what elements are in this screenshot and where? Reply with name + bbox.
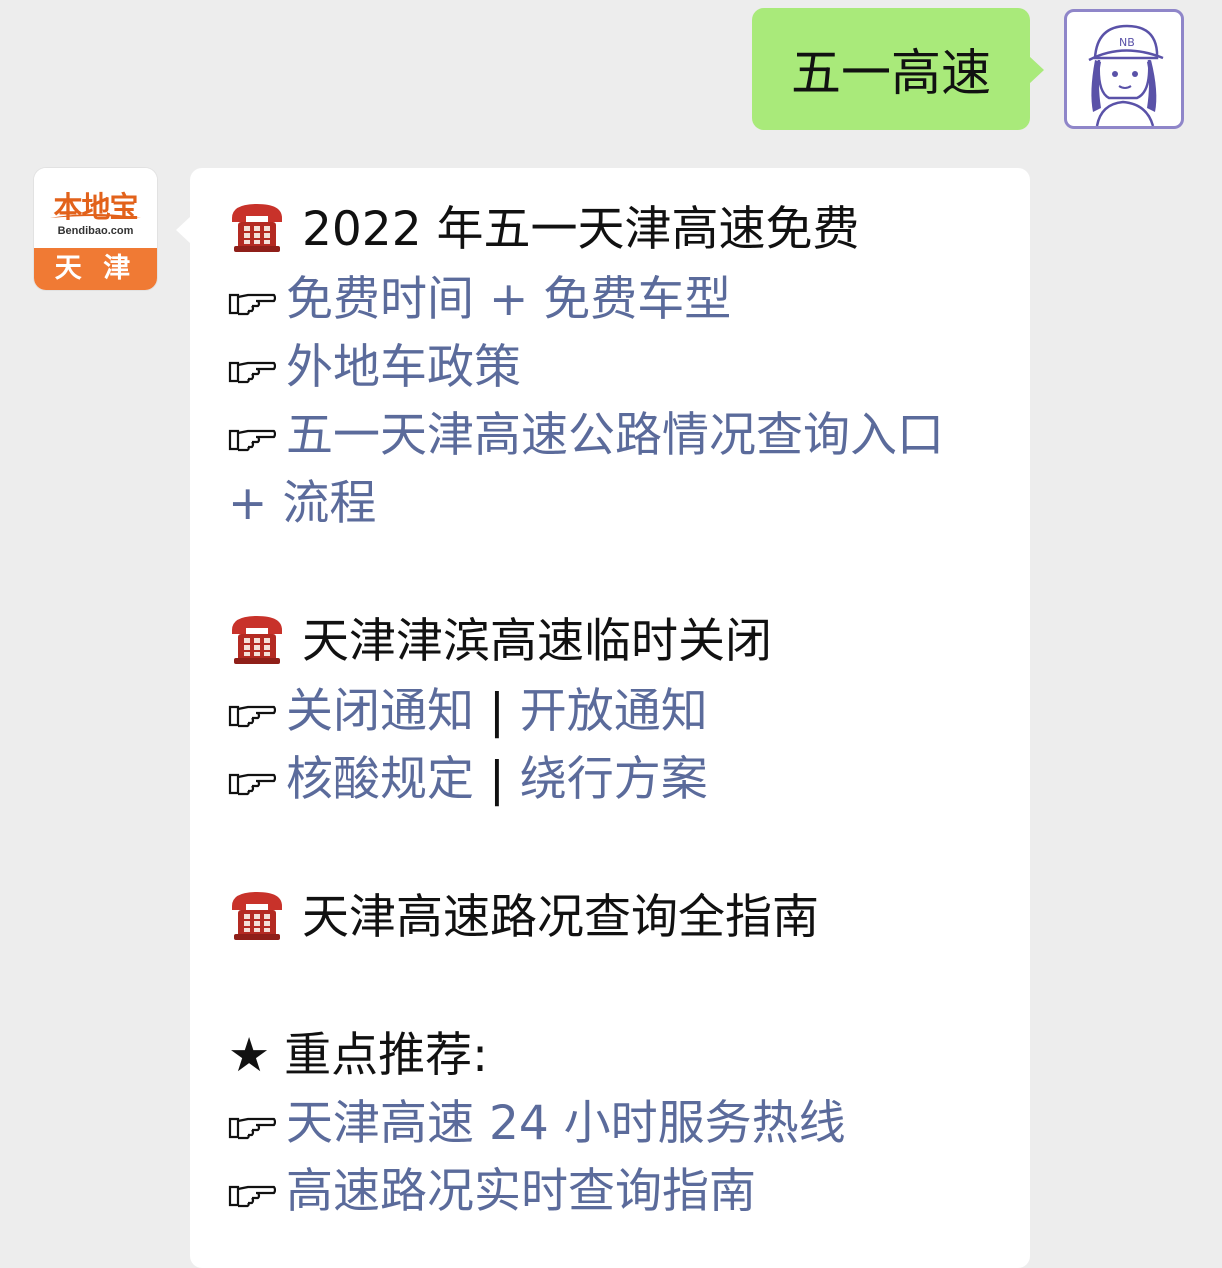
link-row[interactable]: 高速路况实时查询指南	[228, 1160, 756, 1224]
pointing-hand-icon	[228, 423, 276, 453]
link-row[interactable]: 外地车政策	[228, 336, 521, 400]
pointing-hand-icon	[228, 699, 276, 729]
link-row[interactable]: 免费时间 + 免费车型	[228, 268, 731, 332]
section-title: 天津高速路况查询全指南	[302, 890, 819, 945]
link-row[interactable]: 五一天津高速公路情况查询入口	[228, 404, 944, 468]
pointing-hand-icon	[228, 767, 276, 797]
brand-city-label: 天 津	[34, 248, 157, 290]
separator: |	[474, 684, 520, 739]
logo-swoosh-icon	[50, 214, 141, 218]
link-nucleic-acid-rules[interactable]: 核酸规定	[286, 752, 474, 807]
featured-heading: ★ 重点推荐:	[228, 1024, 488, 1088]
section-heading-1: 2022 年五一天津高速免费	[228, 198, 860, 262]
user-avatar[interactable]: NB	[1064, 9, 1184, 129]
telephone-icon	[228, 198, 286, 254]
link-free-time-vehicle[interactable]: 免费时间 + 免费车型	[286, 272, 731, 327]
section-heading-3[interactable]: 天津高速路况查询全指南	[228, 886, 819, 950]
outgoing-message-bubble[interactable]: 五一高速	[752, 8, 1044, 130]
link-process[interactable]: + 流程	[228, 476, 376, 531]
bendibao-tianjin-avatar[interactable]: 本地宝 Bendibao.com 天 津	[34, 168, 157, 290]
pointing-hand-icon	[228, 287, 276, 317]
star-icon: ★	[228, 1028, 271, 1083]
link-24h-hotline[interactable]: 天津高速 24 小时服务热线	[286, 1096, 846, 1151]
link-road-status-query[interactable]: 五一天津高速公路情况查询入口	[286, 408, 944, 463]
link-out-of-town-policy[interactable]: 外地车政策	[286, 340, 521, 395]
pointing-hand-icon	[228, 1179, 276, 1209]
section-title: 天津津滨高速临时关闭	[302, 614, 772, 669]
link-detour-plan[interactable]: 绕行方案	[520, 752, 708, 807]
pointing-hand-icon	[228, 355, 276, 385]
link-row[interactable]: 天津高速 24 小时服务热线	[228, 1092, 846, 1156]
link-opening-notice[interactable]: 开放通知	[520, 684, 708, 739]
section-heading-2: 天津津滨高速临时关闭	[228, 610, 772, 674]
link-realtime-road-guide[interactable]: 高速路况实时查询指南	[286, 1164, 756, 1219]
link-row[interactable]: 核酸规定 | 绕行方案	[228, 748, 708, 812]
outgoing-message-text: 五一高速	[791, 44, 991, 102]
featured-label: 重点推荐:	[284, 1028, 488, 1083]
telephone-icon	[228, 886, 286, 942]
cartoon-girl-avatar-icon: NB	[1088, 24, 1164, 126]
section-title: 2022 年五一天津高速免费	[302, 202, 860, 257]
link-row[interactable]: 关闭通知 | 开放通知	[228, 680, 708, 744]
brand-site-text: Bendibao.com	[57, 225, 134, 237]
pointing-hand-icon	[228, 1111, 276, 1141]
link-closure-notice[interactable]: 关闭通知	[286, 684, 474, 739]
separator: |	[474, 752, 520, 807]
telephone-icon	[228, 610, 286, 666]
svg-text:NB: NB	[1119, 36, 1135, 49]
incoming-message-bubble: 2022 年五一天津高速免费 免费时间 + 免费车型 外地车政策 五一天津高速公…	[176, 168, 1030, 1268]
link-row[interactable]: + 流程	[228, 472, 376, 536]
